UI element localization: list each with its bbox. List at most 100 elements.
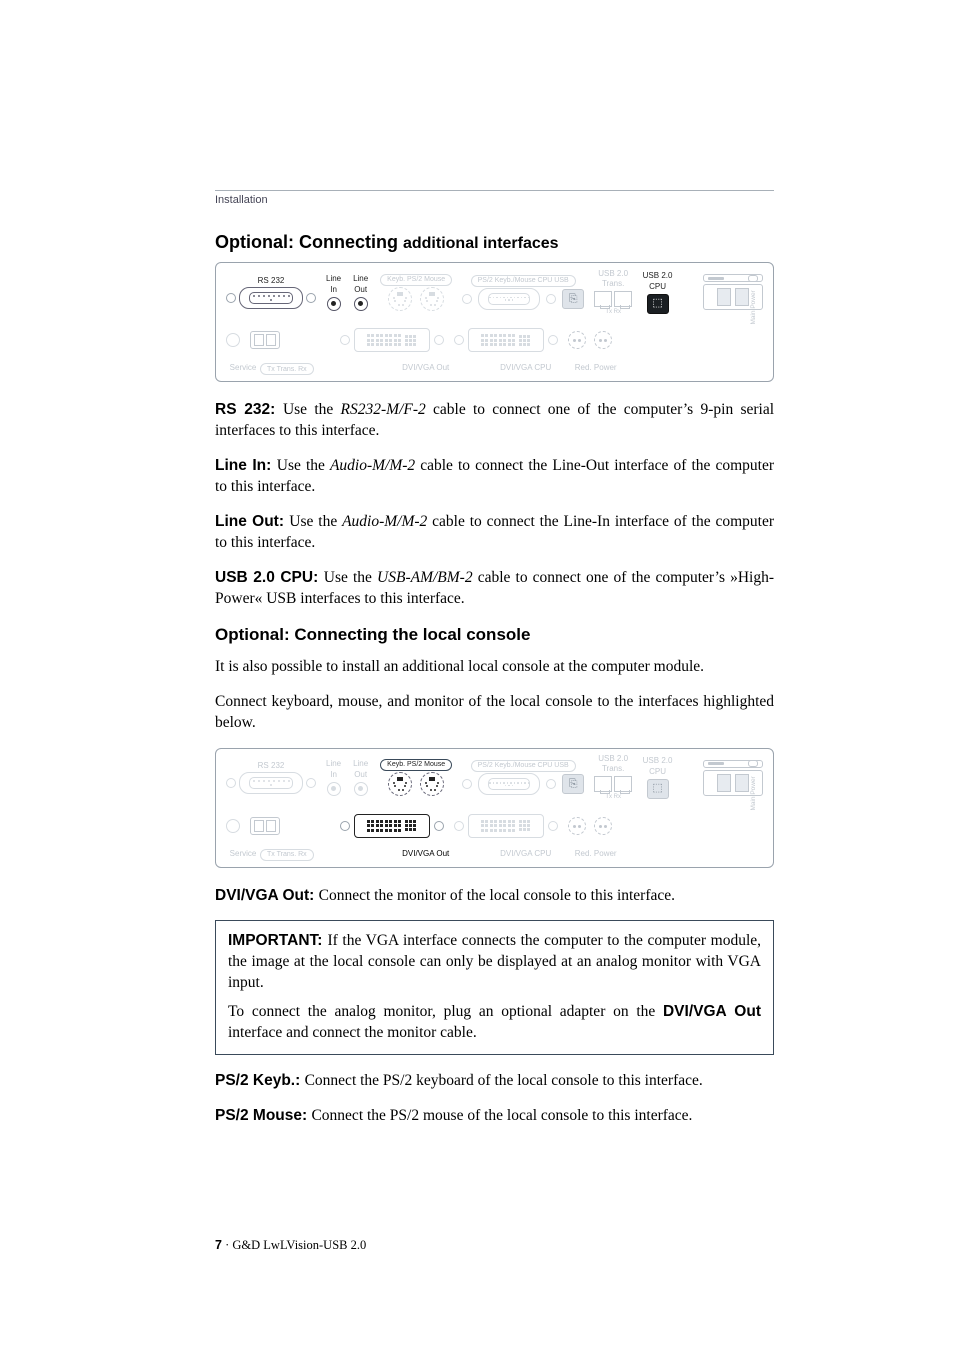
lbl-linein: Line In xyxy=(326,759,341,781)
lead-ps2mouse: PS/2 Mouse: xyxy=(215,1107,311,1124)
db9-port-icon xyxy=(239,287,303,309)
lead-dviout: DVI/VGA Out: xyxy=(215,887,319,904)
screw-hole-icon xyxy=(546,779,556,789)
ps2-port-icon xyxy=(388,772,412,796)
rj-port-icon xyxy=(594,291,612,307)
lbl-dviout: DVI/VGA Out xyxy=(386,849,466,860)
screw-hole-icon xyxy=(226,778,236,788)
lbl-redpower: Red. Power xyxy=(566,363,626,374)
screw-hole-icon xyxy=(548,821,558,831)
lbl-txrx: Tx Rx xyxy=(605,308,621,316)
dvi-port-icon xyxy=(354,328,430,352)
screw-hole-icon xyxy=(434,821,444,831)
heading-optional-interfaces: Optional: Connecting additional interfac… xyxy=(215,230,774,255)
page-footer: 7 · G&D LwLVision-USB 2.0 xyxy=(215,1237,366,1254)
screw-hole-icon xyxy=(548,335,558,345)
lbl-trans: Tx Trans. Rx xyxy=(260,363,314,375)
lbl-trans: Tx Trans. Rx xyxy=(260,849,314,861)
audio-jack-icon xyxy=(327,782,341,796)
lead-usb20cpu: USB 2.0 CPU: xyxy=(215,569,324,586)
lbl-usb20cpu: USB 2.0 CPU xyxy=(642,756,673,778)
lead-rs232: RS 232: xyxy=(215,401,283,418)
power-connector-icon xyxy=(568,817,612,835)
screw-hole-icon xyxy=(454,821,464,831)
para-linein: Line In: Use the Audio-M/M-2 cable to co… xyxy=(215,456,774,498)
lbl-txrx: Tx Rx xyxy=(605,793,621,801)
ps2-port-icon xyxy=(420,287,444,311)
running-header: Installation xyxy=(215,193,774,208)
notice-p1: IMPORTANT: If the VGA interface connects… xyxy=(228,931,761,994)
para-rs232: RS 232: Use the RS232-M/F-2 cable to con… xyxy=(215,400,774,442)
para-intro1: It is also possible to install an additi… xyxy=(215,657,774,678)
audio-jack-icon xyxy=(354,297,368,311)
lbl-ps2cpu: PS/2 Keyb./Mouse CPU USB xyxy=(471,760,576,772)
heading-local-console: Optional: Connecting the local console xyxy=(215,624,774,647)
screw-hole-icon xyxy=(226,293,236,303)
screw-hole-icon xyxy=(462,294,472,304)
usb-port-icon: ⎘ xyxy=(562,774,584,794)
lbl-mainpower: Main Power xyxy=(749,776,758,810)
rj-port-icon xyxy=(614,776,632,792)
dvi-port-icon xyxy=(468,814,544,838)
lbl-usb20cpu: USB 2.0 CPU xyxy=(642,271,673,293)
txt: Connect the PS/2 mouse of the local cons… xyxy=(311,1107,692,1124)
header-rule xyxy=(215,190,774,191)
page-number: 7 xyxy=(215,1238,222,1252)
para-lineout: Line Out: Use the Audio-M/M-2 cable to c… xyxy=(215,512,774,554)
txt: Use the xyxy=(324,569,377,586)
lbl-rs232: RS 232 xyxy=(258,276,285,287)
screw-hole-icon xyxy=(454,335,464,345)
dvi-port-icon xyxy=(468,328,544,352)
screw-hole-icon xyxy=(434,335,444,345)
lbl-lineout: Line Out xyxy=(351,274,370,296)
usb-b-port-icon: ⬚ xyxy=(647,779,669,799)
heading-main: Optional: Connecting xyxy=(215,232,403,252)
txt: interface and connect the monitor cable. xyxy=(228,1024,477,1041)
ps2-port-icon xyxy=(420,772,444,796)
lead-linein: Line In: xyxy=(215,457,277,474)
usb-port-icon: ⎘ xyxy=(562,289,584,309)
txt: Use the xyxy=(283,401,341,418)
usb-b-port-icon: ⬚ xyxy=(647,294,669,314)
audio-jack-icon xyxy=(327,297,341,311)
para-dviout: DVI/VGA Out: Connect the monitor of the … xyxy=(215,886,774,907)
screw-hole-icon xyxy=(340,335,350,345)
cable-audio: Audio-M/M-2 xyxy=(330,457,415,474)
sfp-cage-icon xyxy=(250,331,280,349)
backpanel-diagram-2: RS 232 Line In Line Out Keyb. PS/2 Mouse… xyxy=(215,748,774,868)
txt: Use the xyxy=(289,513,342,530)
vga-port-icon xyxy=(478,288,540,310)
lbl-redpower: Red. Power xyxy=(566,849,626,860)
txt: Use the xyxy=(277,457,330,474)
lbl-mainpower: Main Power xyxy=(749,291,758,325)
lbl-service: Service xyxy=(226,363,260,374)
lbl-ps2cpu: PS/2 Keyb./Mouse CPU USB xyxy=(471,275,576,287)
important-box: IMPORTANT: If the VGA interface connects… xyxy=(215,920,774,1055)
lbl-keyb-ps2: Keyb. PS/2 Mouse xyxy=(380,274,452,286)
lbl-dvicpu: DVI/VGA CPU xyxy=(486,849,566,860)
para-intro2: Connect keyboard, mouse, and monitor of … xyxy=(215,692,774,734)
vga-port-icon xyxy=(478,773,540,795)
lbl-lineout: Line Out xyxy=(351,759,370,781)
service-jack-icon xyxy=(226,819,240,833)
lead-important: IMPORTANT: xyxy=(228,932,327,949)
lbl-dviout: DVI/VGA Out xyxy=(386,363,466,374)
lbl-usb20trans: USB 2.0 Trans. xyxy=(594,269,632,291)
lbl-linein: Line In xyxy=(326,274,341,296)
cable-usb: USB-AM/BM-2 xyxy=(377,569,473,586)
notice-p2: To connect the analog monitor, plug an o… xyxy=(228,1002,761,1044)
rj-port-icon xyxy=(614,291,632,307)
lbl-dvicpu: DVI/VGA CPU xyxy=(486,363,566,374)
audio-jack-icon xyxy=(354,782,368,796)
lead-ps2keyb: PS/2 Keyb.: xyxy=(215,1072,305,1089)
para-usb20cpu: USB 2.0 CPU: Use the USB-AM/BM-2 cable t… xyxy=(215,568,774,610)
screw-hole-icon xyxy=(306,778,316,788)
para-ps2mouse: PS/2 Mouse: Connect the PS/2 mouse of th… xyxy=(215,1106,774,1127)
txt: Connect the monitor of the local console… xyxy=(319,887,675,904)
power-connector-icon xyxy=(568,331,612,349)
footer-sep: · xyxy=(222,1238,232,1252)
dvi-port-icon xyxy=(354,814,430,838)
sfp-cage-icon xyxy=(250,817,280,835)
lead-lineout: Line Out: xyxy=(215,513,289,530)
db9-port-icon xyxy=(239,772,303,794)
